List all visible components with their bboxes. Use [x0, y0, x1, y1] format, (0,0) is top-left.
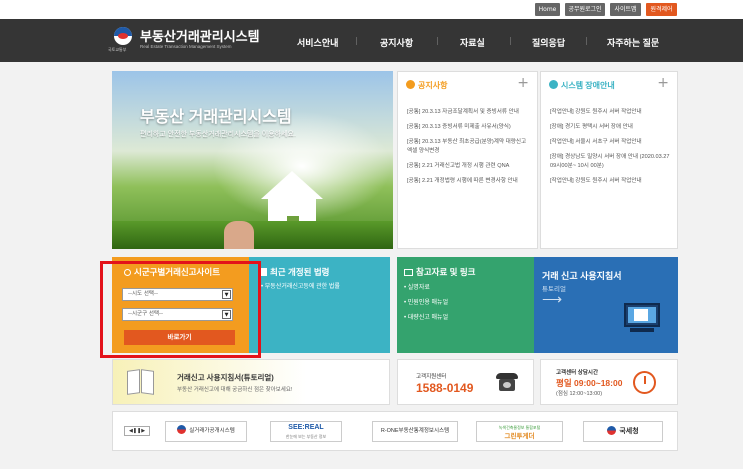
system-icon: [549, 80, 558, 89]
site-title[interactable]: 부동산거래관리시스템: [140, 26, 260, 45]
reference-item[interactable]: • 대량신고 매뉴얼: [404, 312, 448, 321]
partner-green[interactable]: 녹색건축물정보 통합포털 그린투게더: [476, 421, 563, 442]
nav-library[interactable]: 자료실: [460, 36, 485, 49]
system-title[interactable]: 시스템 장애안내: [561, 81, 615, 90]
book-icon: [127, 367, 155, 397]
hours-label: 고객센터 상담시간: [556, 370, 599, 376]
telephone-icon: [496, 373, 518, 391]
taegeuk-logo-icon[interactable]: [114, 27, 132, 45]
next-arrow-icon[interactable]: ▶: [141, 428, 145, 434]
callcenter-phone: 1588-0149: [416, 381, 474, 395]
system-more-plus-icon[interactable]: +: [657, 75, 669, 91]
clock-icon: [633, 371, 656, 394]
nav-divider: |: [355, 36, 358, 45]
pause-icon[interactable]: ❚❚: [133, 428, 141, 434]
sitemap-link[interactable]: 사이트맵: [610, 3, 641, 16]
notice-item[interactable]: [공통] 20.3.13 부동산 최초공급(분양)계약 대량신고 엑셀 양식변경: [407, 138, 529, 156]
arrow-right-icon: ⟶: [542, 291, 563, 307]
reference-item[interactable]: • 민원인용 매뉴얼: [404, 297, 448, 306]
nav-divider: |: [436, 36, 439, 45]
partner-rone[interactable]: R-ONE부동산통계정보시스템: [372, 421, 458, 442]
notice-item[interactable]: [공통] 2.21 거래신고법 개정 시행 관련 QNA: [407, 162, 529, 171]
monitor-icon: [404, 269, 413, 276]
system-list: [작업안내] 강원도 원주시 서버 작업안내 [장애] 경기도 평택시 서버 장…: [550, 108, 672, 192]
notice-item[interactable]: [공통] 20.3.13 자금조달계획서 및 증빙서류 안내: [407, 108, 529, 117]
notice-panel: 공지사항 + [공통] 20.3.13 자금조달계획서 및 증빙서류 안내 [공…: [397, 71, 538, 249]
law-heading: 최근 개정된 법령: [261, 266, 329, 278]
callcenter-box: 고객지원센터 1588-0149: [397, 359, 534, 405]
reference-tile: 참고자료 및 링크 • 실명자료 • 민원인용 매뉴얼 • 대량신고 매뉴얼: [397, 257, 534, 353]
system-item[interactable]: [작업안내] 서울시 서초구 서버 작업안내: [550, 138, 672, 147]
partner-seereal[interactable]: SEE:REAL 한눈에 보는 부동산 정보: [270, 421, 342, 442]
hand-illustration: [224, 221, 254, 249]
notice-more-plus-icon[interactable]: +: [517, 75, 529, 91]
highlight-box: [100, 261, 261, 358]
reference-heading: 참고자료 및 링크: [404, 266, 475, 278]
official-login-link[interactable]: 공무원로그인: [565, 3, 605, 16]
system-item[interactable]: [장애] 경기도 평택시 서버 장애 안내: [550, 123, 672, 132]
document-icon: [261, 268, 267, 276]
notice-icon: [406, 80, 415, 89]
law-title: 최근 개정된 법령: [270, 267, 330, 277]
computer-monitor-icon: [624, 303, 660, 333]
law-tile[interactable]: 최근 개정된 법령 • 부동산거래신고등에 관한 법률: [249, 257, 390, 353]
hours-box: 고객센터 상담시간 평일 09:00~18:00 (점심 12:00~13:00…: [540, 359, 678, 405]
partner-nts[interactable]: 국세청: [583, 421, 663, 442]
hero-subtitle: 편리하고 안전한 부동산거래관리시스템을 이용하세요.: [140, 131, 296, 138]
remote-control-link[interactable]: 원격제어: [646, 3, 677, 16]
notice-list: [공통] 20.3.13 자금조달계획서 및 증빙서류 안내 [공통] 20.3…: [407, 108, 529, 192]
partner-pager: ◀❚❚▶: [124, 426, 150, 436]
hero-banner: 부동산 거래관리시스템 편리하고 안전한 부동산거래관리시스템을 이용하세요.: [112, 71, 393, 249]
utility-bar: Home 공무원로그인 사이트맵 원격제어: [0, 0, 743, 19]
nav-notice[interactable]: 공지사항: [380, 36, 413, 49]
system-item[interactable]: [장애] 경상남도 밀양시 서버 장애 안내 (2020.03.27 09시00…: [550, 153, 672, 171]
notice-item[interactable]: [공통] 2.21 개정법령 시행에 따른 변경사항 안내: [407, 177, 529, 186]
header: 국토교통부 부동산거래관리시스템 Real Estate Transaction…: [0, 19, 743, 62]
taegeuk-logo-icon: [607, 426, 617, 435]
notice-heading: 공지사항: [406, 80, 447, 91]
nav-divider: |: [585, 36, 588, 45]
law-item[interactable]: • 부동산거래신고등에 관한 법률: [261, 281, 340, 290]
nav-faq[interactable]: 자주하는 질문: [607, 36, 659, 49]
ministry-label: 국토교통부: [108, 47, 127, 52]
tutorial-desc: 부동산 거래신고에 대해 궁금하신 점은 찾아보세요!: [177, 387, 293, 393]
system-panel: 시스템 장애안내 + [작업안내] 강원도 원주시 서버 작업안내 [장애] 경…: [540, 71, 678, 249]
home-link[interactable]: Home: [535, 3, 560, 16]
hero-title: 부동산 거래관리시스템: [140, 109, 292, 126]
nav-divider: |: [509, 36, 512, 45]
reference-title: 참고자료 및 링크: [416, 267, 476, 277]
hours-time: 평일 09:00~18:00: [556, 378, 623, 388]
partner-rtms[interactable]: 실거래가공개시스템: [165, 421, 247, 442]
guide-tile[interactable]: 거래 신고 사용지침서 튜토리얼 ⟶: [534, 257, 678, 353]
notice-title[interactable]: 공지사항: [418, 81, 447, 90]
system-item[interactable]: [작업안내] 강원도 원주시 서버 작업안내: [550, 108, 672, 117]
callcenter-label: 고객지원센터: [416, 374, 447, 380]
guide-title: 거래 신고 사용지침서: [542, 271, 622, 281]
nav-qna[interactable]: 질의응답: [532, 36, 565, 49]
tutorial-banner[interactable]: 거래신고 사용지침서(튜토리얼) 부동산 거래신고에 대해 궁금하신 점은 찾아…: [112, 359, 390, 405]
system-item[interactable]: [작업안내] 강원도 원주시 서버 작업안내: [550, 177, 672, 186]
system-heading: 시스템 장애안내: [549, 80, 615, 91]
taegeuk-logo-icon: [177, 425, 187, 434]
reference-item[interactable]: • 실명자료: [404, 282, 430, 291]
hours-lunch: (점심 12:00~13:00): [556, 391, 603, 397]
tutorial-title: 거래신고 사용지침서(튜토리얼): [177, 373, 274, 382]
site-title-en: Real Estate Transaction Management Syste…: [140, 44, 232, 49]
nav-service[interactable]: 서비스안내: [297, 36, 338, 49]
notice-item[interactable]: [공통] 20.3.13 증빙서류 미제출 사유서(양식): [407, 123, 529, 132]
